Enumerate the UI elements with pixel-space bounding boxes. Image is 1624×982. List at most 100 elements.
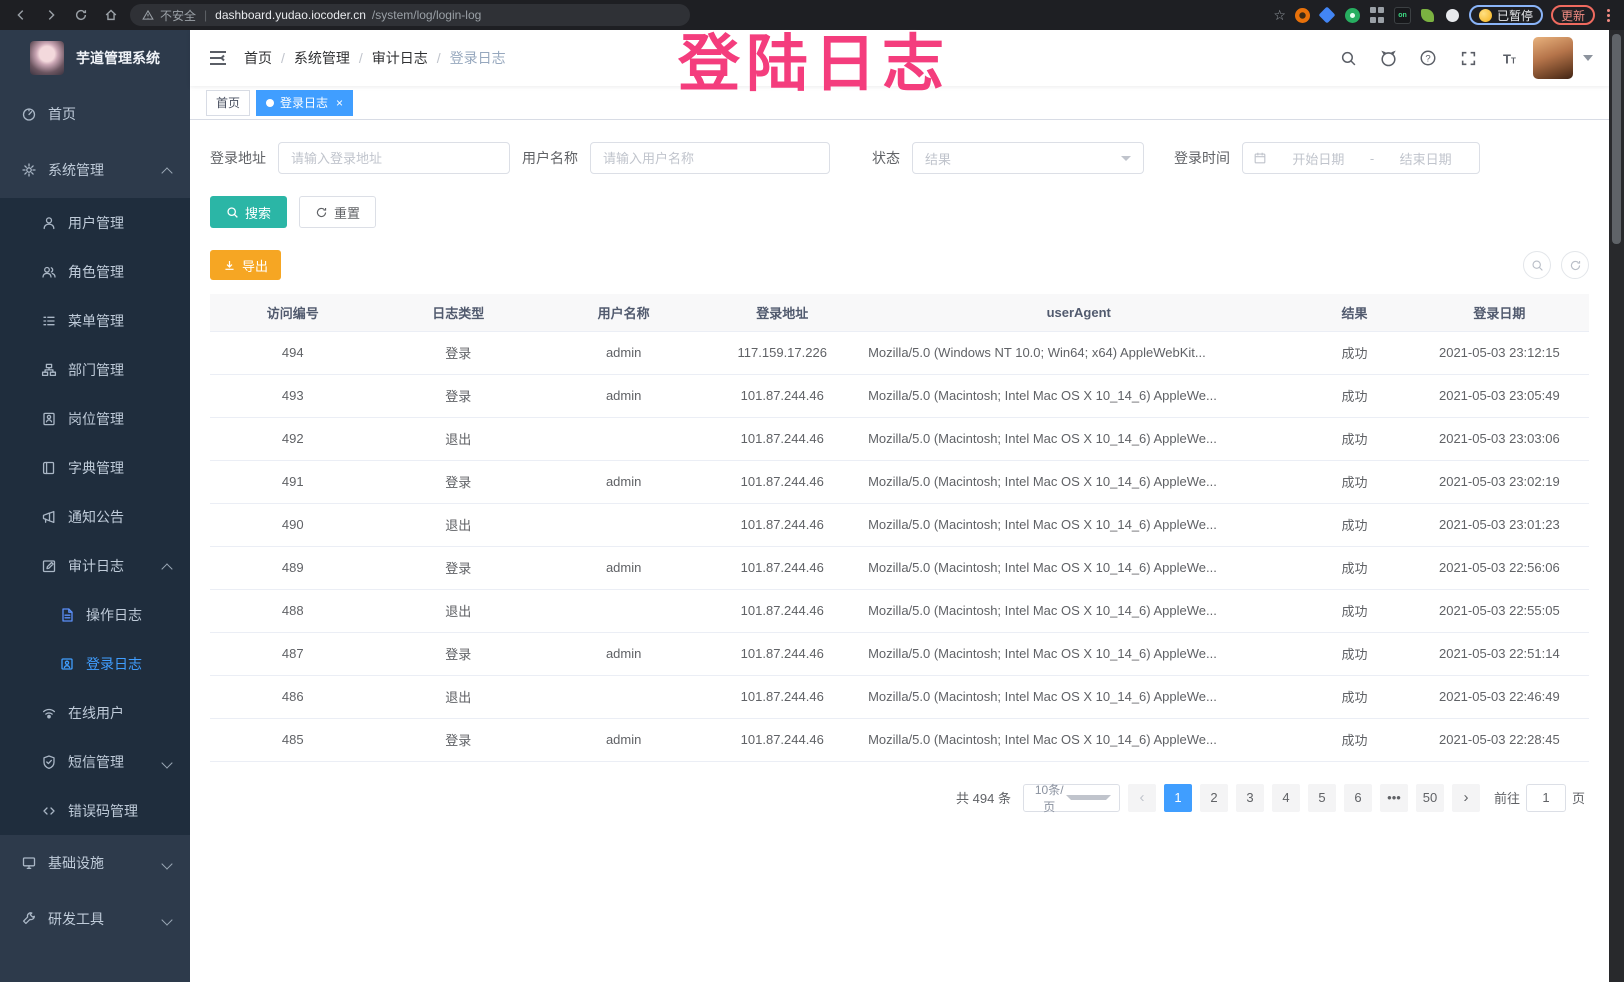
table-cell: 101.87.244.46 <box>706 675 858 718</box>
sidebar-item-devtool[interactable]: 研发工具 <box>0 891 190 947</box>
profile-avatar-emoji <box>1479 9 1492 22</box>
sidebar-item-menu[interactable]: 菜单管理 <box>0 296 190 345</box>
extension-icon-blue-shield[interactable] <box>1319 7 1336 24</box>
tab-active[interactable]: 登录日志× <box>256 90 353 116</box>
search-button-icon <box>226 206 239 219</box>
tree-icon <box>40 362 58 378</box>
help-icon[interactable]: ? <box>1413 43 1443 73</box>
hamburger-icon[interactable] <box>206 49 238 67</box>
browser-scrollbar-track[interactable] <box>1609 30 1624 982</box>
table-cell: admin <box>541 331 706 374</box>
github-icon[interactable] <box>1373 43 1403 73</box>
bookmark-star-icon[interactable]: ☆ <box>1273 7 1286 24</box>
tags-view: 首页登录日志× <box>190 86 1609 120</box>
search-button[interactable]: 搜索 <box>210 196 287 228</box>
chevron-down-icon <box>160 855 176 871</box>
table-cell: 2021-05-03 22:51:14 <box>1410 632 1589 675</box>
sidebar-item-label: 字典管理 <box>68 458 190 478</box>
table-cell: 485 <box>210 718 375 761</box>
page-number-button[interactable]: 5 <box>1308 784 1336 812</box>
page-number-list: 123456 ••• 50 <box>1164 784 1444 812</box>
sidebar-item-notice[interactable]: 通知公告 <box>0 492 190 541</box>
close-icon[interactable]: × <box>336 97 343 109</box>
sidebar-item-post[interactable]: 岗位管理 <box>0 394 190 443</box>
sidebar-item-dict[interactable]: 字典管理 <box>0 443 190 492</box>
page-number-button[interactable]: 2 <box>1200 784 1228 812</box>
sidebar-item-role[interactable]: 角色管理 <box>0 247 190 296</box>
next-page-button[interactable]: › <box>1452 784 1480 812</box>
prev-page-button[interactable]: ‹ <box>1128 784 1156 812</box>
browser-update-button[interactable]: 更新 <box>1551 5 1595 25</box>
tab-label: 首页 <box>216 94 240 111</box>
browser-back-icon[interactable] <box>10 4 32 26</box>
user-avatar[interactable] <box>1533 37 1573 79</box>
date-range-picker[interactable]: 开始日期 - 结束日期 <box>1242 142 1480 174</box>
sidebar-item-online-user[interactable]: 在线用户 <box>0 688 190 737</box>
browser-scrollbar-thumb[interactable] <box>1612 34 1621 244</box>
table-cell: 登录 <box>375 331 540 374</box>
page-number-button[interactable]: 6 <box>1344 784 1372 812</box>
table-cell: 2021-05-03 22:46:49 <box>1410 675 1589 718</box>
table-cell: 退出 <box>375 417 540 460</box>
reset-button[interactable]: 重置 <box>299 196 376 228</box>
table-cell: 成功 <box>1299 331 1409 374</box>
app-logo[interactable]: 芋道管理系统 <box>0 30 190 86</box>
username-input[interactable] <box>590 142 830 174</box>
browser-forward-icon[interactable] <box>40 4 62 26</box>
extension-icon-leaf[interactable] <box>1419 7 1436 24</box>
address-input[interactable] <box>278 142 510 174</box>
extension-icon-green-circle[interactable] <box>1344 7 1361 24</box>
sidebar-item-user[interactable]: 用户管理 <box>0 198 190 247</box>
breadcrumb-item[interactable]: 审计日志 <box>372 48 428 68</box>
table-cell: Mozilla/5.0 (Macintosh; Intel Mac OS X 1… <box>858 417 1299 460</box>
sidebar-item-login-log[interactable]: 登录日志 <box>0 639 190 688</box>
profile-paused-pill[interactable]: 已暂停 <box>1469 5 1543 25</box>
status-select[interactable]: 结果 <box>912 142 1144 174</box>
sidebar-item-audit-log[interactable]: 审计日志 <box>0 541 190 590</box>
breadcrumb-separator: / <box>359 50 363 66</box>
extension-icon-grid[interactable] <box>1369 7 1386 24</box>
table-cell: 101.87.244.46 <box>706 374 858 417</box>
toggle-search-button[interactable] <box>1523 251 1551 279</box>
search-icon[interactable] <box>1333 43 1363 73</box>
browser-reload-icon[interactable] <box>70 4 92 26</box>
page-number-button[interactable]: 1 <box>1164 784 1192 812</box>
goto-page-input[interactable] <box>1526 784 1566 812</box>
avatar-caret-down-icon[interactable] <box>1583 55 1593 61</box>
page-number-button[interactable]: 4 <box>1272 784 1300 812</box>
fullscreen-icon[interactable] <box>1453 43 1483 73</box>
browser-url-bar[interactable]: 不安全 | dashboard.yudao.iocoder.cn/system/… <box>130 4 690 26</box>
extension-icon-paw[interactable] <box>1444 7 1461 24</box>
tab-item[interactable]: 首页 <box>206 90 250 116</box>
sidebar-item-operate-log[interactable]: 操作日志 <box>0 590 190 639</box>
more-pages-button[interactable]: ••• <box>1380 784 1408 812</box>
sidebar-item-dept[interactable]: 部门管理 <box>0 345 190 394</box>
sidebar-item-label: 在线用户 <box>68 703 190 723</box>
svg-text:T: T <box>1503 51 1511 66</box>
refresh-table-button[interactable] <box>1561 251 1589 279</box>
page-size-select[interactable]: 10条/页 <box>1023 784 1120 812</box>
browser-chrome: 不安全 | dashboard.yudao.iocoder.cn/system/… <box>0 0 1624 30</box>
navbar: 首页/系统管理/审计日志/登录日志 ? TT <box>190 30 1609 86</box>
browser-menu-kebab-icon[interactable] <box>1603 7 1614 24</box>
sidebar-item-sms[interactable]: 短信管理 <box>0 737 190 786</box>
table-row: 489登录admin101.87.244.46Mozilla/5.0 (Maci… <box>210 546 1589 589</box>
table-column-header: 用户名称 <box>541 294 706 331</box>
browser-home-icon[interactable] <box>100 4 122 26</box>
export-button[interactable]: 导出 <box>210 250 281 280</box>
breadcrumb-item[interactable]: 首页 <box>244 48 272 68</box>
sidebar-item-home[interactable]: 首页 <box>0 86 190 142</box>
sidebar-item-errcode[interactable]: 错误码管理 <box>0 786 190 835</box>
page-number-button[interactable]: 50 <box>1416 784 1444 812</box>
table-cell: Mozilla/5.0 (Macintosh; Intel Mac OS X 1… <box>858 503 1299 546</box>
sidebar-item-infra[interactable]: 基础设施 <box>0 835 190 891</box>
font-size-icon[interactable]: TT <box>1493 43 1523 73</box>
sidebar-item-system[interactable]: 系统管理 <box>0 142 190 198</box>
table-cell: 494 <box>210 331 375 374</box>
breadcrumb-item[interactable]: 系统管理 <box>294 48 350 68</box>
extension-icon-on-badge[interactable]: on <box>1394 7 1411 24</box>
extension-icon-orange[interactable] <box>1294 7 1311 24</box>
chevron-down-icon <box>160 754 176 770</box>
table-body: 494登录admin117.159.17.226Mozilla/5.0 (Win… <box>210 331 1589 761</box>
page-number-button[interactable]: 3 <box>1236 784 1264 812</box>
